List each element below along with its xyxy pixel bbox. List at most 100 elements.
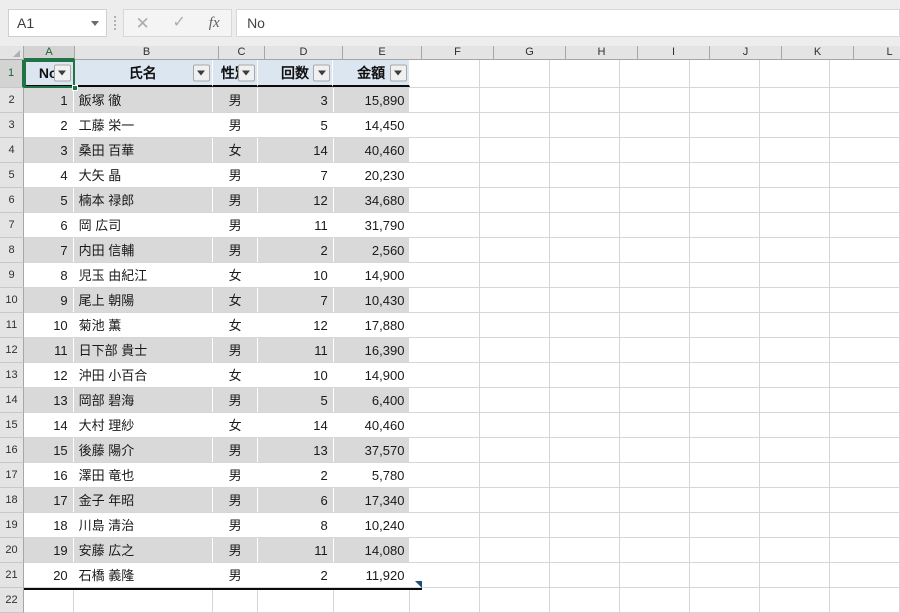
cell-G11[interactable] (480, 313, 551, 337)
cell-C22[interactable] (213, 588, 258, 612)
cell-I1[interactable] (619, 60, 690, 87)
cell-D6[interactable]: 12 (257, 188, 334, 212)
column-header-b[interactable]: B (75, 46, 219, 60)
cell-F13[interactable] (410, 363, 481, 387)
cell-E22[interactable] (333, 588, 411, 612)
cell-D8[interactable]: 2 (257, 238, 334, 262)
cell-B13[interactable]: 沖田 小百合 (73, 363, 214, 387)
cell-K3[interactable] (760, 113, 831, 137)
filter-dropdown-icon[interactable] (53, 64, 71, 81)
cell-C6[interactable]: 男 (213, 188, 258, 212)
cell-E17[interactable]: 5,780 (333, 463, 411, 487)
cell-E14[interactable]: 6,400 (333, 388, 411, 412)
cell-K2[interactable] (760, 88, 831, 112)
cell-F15[interactable] (410, 413, 481, 437)
cell-B5[interactable]: 大矢 晶 (73, 163, 214, 187)
cell-C18[interactable]: 男 (213, 488, 258, 512)
cell-I13[interactable] (620, 363, 691, 387)
column-header-f[interactable]: F (422, 46, 494, 60)
cell-K7[interactable] (760, 213, 831, 237)
cell-A2[interactable]: 1 (24, 88, 74, 112)
cell-F16[interactable] (410, 438, 481, 462)
cell-L18[interactable] (830, 488, 900, 512)
cell-J16[interactable] (690, 438, 761, 462)
cell-J20[interactable] (690, 538, 761, 562)
cell-H3[interactable] (550, 113, 621, 137)
cell-H6[interactable] (550, 188, 621, 212)
row-header-10[interactable]: 10 (0, 288, 24, 313)
cell-F9[interactable] (410, 263, 481, 287)
cell-F22[interactable] (410, 588, 481, 612)
cell-F6[interactable] (410, 188, 481, 212)
row-header-4[interactable]: 4 (0, 138, 24, 163)
cell-A6[interactable]: 5 (24, 188, 74, 212)
cell-J10[interactable] (690, 288, 761, 312)
cell-C11[interactable]: 女 (213, 313, 258, 337)
cell-K11[interactable] (760, 313, 831, 337)
cell-H9[interactable] (550, 263, 621, 287)
cell-K16[interactable] (760, 438, 831, 462)
cell-C15[interactable]: 女 (213, 413, 258, 437)
cell-H21[interactable] (550, 563, 621, 587)
cell-H14[interactable] (550, 388, 621, 412)
column-header-j[interactable]: J (710, 46, 782, 60)
cell-F11[interactable] (410, 313, 481, 337)
cell-H2[interactable] (550, 88, 621, 112)
cell-E5[interactable]: 20,230 (333, 163, 411, 187)
cell-B22[interactable] (73, 588, 214, 612)
cell-F3[interactable] (410, 113, 481, 137)
cell-D22[interactable] (257, 588, 334, 612)
cell-A22[interactable] (24, 588, 74, 612)
cell-E9[interactable]: 14,900 (333, 263, 411, 287)
cell-E7[interactable]: 31,790 (333, 213, 411, 237)
row-header-20[interactable]: 20 (0, 538, 24, 563)
cell-G12[interactable] (480, 338, 551, 362)
cell-F14[interactable] (410, 388, 481, 412)
cell-L13[interactable] (830, 363, 900, 387)
cell-L22[interactable] (830, 588, 900, 612)
cell-K20[interactable] (760, 538, 831, 562)
cell-L14[interactable] (830, 388, 900, 412)
cell-C21[interactable]: 男 (213, 563, 258, 587)
cell-F20[interactable] (410, 538, 481, 562)
cell-F19[interactable] (410, 513, 481, 537)
cell-L6[interactable] (830, 188, 900, 212)
cell-I17[interactable] (620, 463, 691, 487)
cell-B11[interactable]: 菊池 薫 (73, 313, 214, 337)
formula-input[interactable]: No (236, 9, 900, 37)
select-all-corner[interactable] (0, 46, 24, 60)
cell-K15[interactable] (760, 413, 831, 437)
cell-A16[interactable]: 15 (24, 438, 74, 462)
row-header-22[interactable]: 22 (0, 588, 24, 613)
cell-H5[interactable] (550, 163, 621, 187)
cell-G8[interactable] (480, 238, 551, 262)
cell-L9[interactable] (830, 263, 900, 287)
filter-dropdown-icon[interactable] (192, 64, 210, 81)
cell-A21[interactable]: 20 (24, 563, 74, 587)
cell-K10[interactable] (760, 288, 831, 312)
row-header-14[interactable]: 14 (0, 388, 24, 413)
cell-E11[interactable]: 17,880 (333, 313, 411, 337)
cell-D7[interactable]: 11 (257, 213, 334, 237)
cell-K14[interactable] (760, 388, 831, 412)
cell-H12[interactable] (550, 338, 621, 362)
cell-L3[interactable] (830, 113, 900, 137)
row-header-1[interactable]: 1 (0, 60, 24, 88)
table-resize-handle-icon[interactable] (415, 581, 422, 588)
cell-L5[interactable] (830, 163, 900, 187)
row-header-7[interactable]: 7 (0, 213, 24, 238)
cell-C13[interactable]: 女 (213, 363, 258, 387)
cell-G6[interactable] (480, 188, 551, 212)
cell-J19[interactable] (690, 513, 761, 537)
cell-B10[interactable]: 尾上 朝陽 (73, 288, 214, 312)
cell-J8[interactable] (690, 238, 761, 262)
cell-E21[interactable]: 11,920 (333, 563, 411, 587)
column-header-e[interactable]: E (343, 46, 422, 60)
cell-C5[interactable]: 男 (213, 163, 258, 187)
cell-G4[interactable] (480, 138, 551, 162)
cell-C12[interactable]: 男 (213, 338, 258, 362)
cell-L11[interactable] (830, 313, 900, 337)
cell-A5[interactable]: 4 (24, 163, 74, 187)
cell-A14[interactable]: 13 (24, 388, 74, 412)
row-header-12[interactable]: 12 (0, 338, 24, 363)
